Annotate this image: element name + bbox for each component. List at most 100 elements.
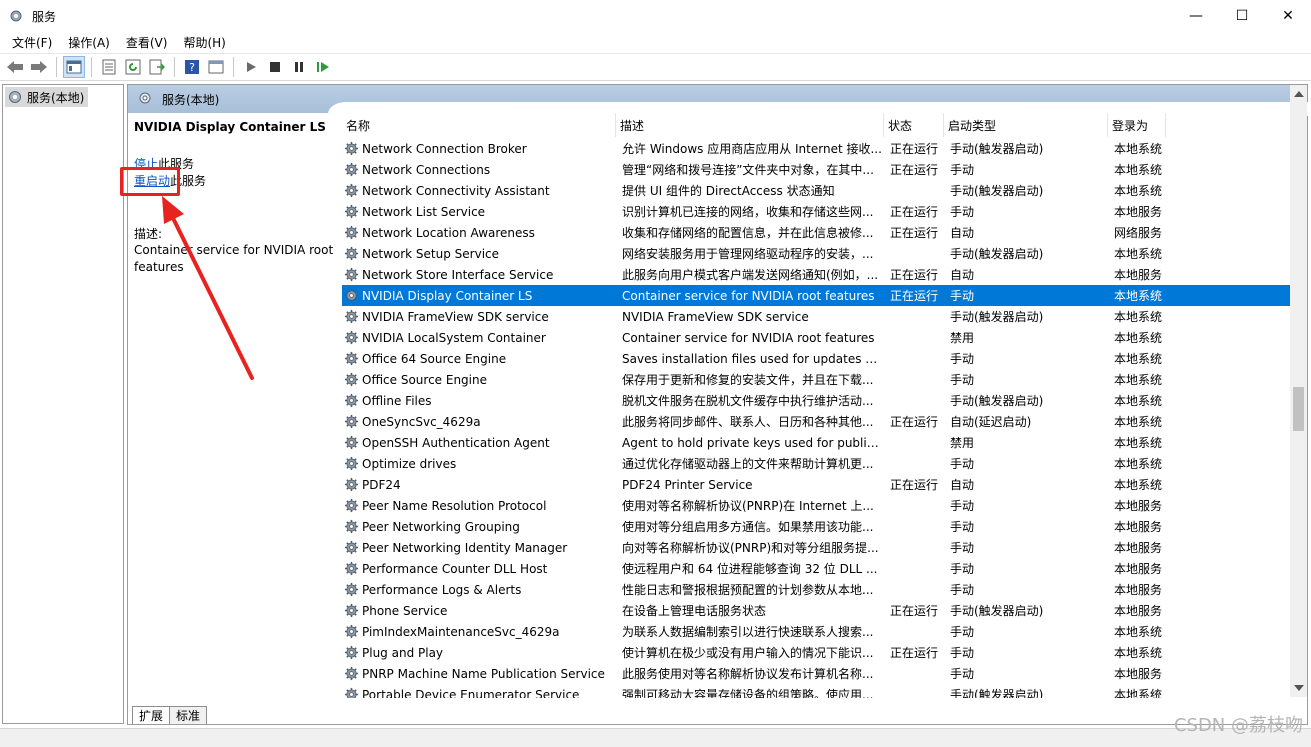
cell-logon-as: 本地系统 <box>1114 688 1163 698</box>
table-row[interactable]: Network Location Awareness 收集和存储网络的配置信息，并… <box>342 222 1292 243</box>
cell-description: Saves installation files used for update… <box>622 351 884 366</box>
table-row[interactable]: OpenSSH Authentication Agent Agent to hol… <box>342 432 1292 453</box>
show-hide-action-pane-icon[interactable] <box>205 56 227 78</box>
scrollbar-thumb[interactable] <box>1293 387 1304 431</box>
stop-service-icon[interactable] <box>264 56 286 78</box>
console-tree-icon[interactable] <box>63 56 85 78</box>
toolbar-separator <box>174 57 175 77</box>
cell-name: Office Source Engine <box>342 372 616 387</box>
cell-status: 正在运行 <box>890 205 939 219</box>
service-name: Phone Service <box>362 603 448 618</box>
table-row[interactable]: Portable Device Enumerator Service 强制可移动大… <box>342 684 1292 698</box>
help-icon[interactable]: ? <box>181 56 203 78</box>
tree-item-services-local[interactable]: 服务(本地) <box>5 87 89 107</box>
tab-standard[interactable]: 标准 <box>169 706 208 724</box>
svg-text:?: ? <box>189 61 195 74</box>
service-name: Office Source Engine <box>362 372 487 387</box>
cell-name: Offline Files <box>342 393 616 408</box>
table-row[interactable]: Phone Service 在设备上管理电话服务状态 正在运行 手动(触发器启动) 本地… <box>342 600 1292 621</box>
service-gear-icon <box>344 246 359 261</box>
tree-item-label: 服务(本地) <box>27 90 85 105</box>
menu-file[interactable]: 文件(F) <box>4 34 60 51</box>
cell-description: 允许 Windows 应用商店应用从 Internet 接收... <box>622 142 882 156</box>
restart-service-icon[interactable] <box>312 56 334 78</box>
table-row[interactable]: NVIDIA FrameView SDK service NVIDIA Frame… <box>342 306 1292 327</box>
table-row[interactable]: NVIDIA Display Container LS Container ser… <box>342 285 1292 306</box>
column-header-status[interactable]: 状态 <box>884 113 944 137</box>
table-row[interactable]: Optimize drives 通过优化存储驱动器上的文件来帮助计算机更... 手动… <box>342 453 1292 474</box>
table-row[interactable]: Office Source Engine 保存用于更新和修复的安装文件，并且在下载… <box>342 369 1292 390</box>
column-header-logon-as[interactable]: 登录为 <box>1108 113 1166 137</box>
cell-description: 使远程用户和 64 位进程能够查询 32 位 DLL ... <box>622 562 878 576</box>
pause-service-icon[interactable] <box>288 56 310 78</box>
cell-name: Plug and Play <box>342 645 616 660</box>
service-gear-icon <box>344 435 359 450</box>
table-row[interactable]: Network Store Interface Service 此服务向用户模式客… <box>342 264 1292 285</box>
column-header-description[interactable]: 描述 <box>616 113 884 137</box>
table-row[interactable]: OneSyncSvc_4629a 此服务将同步邮件、联系人、日历和各种其他... 正… <box>342 411 1292 432</box>
maximize-button[interactable]: ☐ <box>1219 0 1265 32</box>
table-row[interactable]: Peer Networking Grouping 使用对等分组启用多方通信。如果禁… <box>342 516 1292 537</box>
service-gear-icon <box>344 477 359 492</box>
cell-name: NVIDIA Display Container LS <box>342 288 616 303</box>
service-name: Network Setup Service <box>362 246 500 261</box>
back-arrow-icon[interactable] <box>4 56 26 78</box>
service-name: PDF24 <box>362 477 401 492</box>
cell-name: Performance Counter DLL Host <box>342 561 616 576</box>
service-gear-icon <box>344 162 359 177</box>
table-row[interactable]: Network Connections 管理“网络和拨号连接”文件夹中对象，在其中… <box>342 159 1292 180</box>
table-row[interactable]: Peer Name Resolution Protocol 使用对等名称解析协议(… <box>342 495 1292 516</box>
menu-help[interactable]: 帮助(H) <box>175 34 233 51</box>
table-row[interactable]: NVIDIA LocalSystem Container Container se… <box>342 327 1292 348</box>
selected-service-title: NVIDIA Display Container LS <box>134 120 326 134</box>
table-row[interactable]: PNRP Machine Name Publication Service 此服务… <box>342 663 1292 684</box>
cell-startup-type: 自动 <box>950 268 975 282</box>
service-gear-icon <box>344 498 359 513</box>
service-gear-icon <box>344 141 359 156</box>
cell-description: 识别计算机已连接的网络，收集和存储这些网... <box>622 205 874 219</box>
service-name: NVIDIA Display Container LS <box>362 288 533 303</box>
cell-status: 正在运行 <box>890 163 939 177</box>
table-row[interactable]: Office 64 Source Engine Saves installatio… <box>342 348 1292 369</box>
table-row[interactable]: Network Connectivity Assistant 提供 UI 组件的 … <box>342 180 1292 201</box>
forward-arrow-icon[interactable] <box>28 56 50 78</box>
tab-extended[interactable]: 扩展 <box>132 706 171 724</box>
cell-name: Optimize drives <box>342 456 616 471</box>
cell-description: 强制可移动大容量存储设备的组策略。使应用... <box>622 688 874 698</box>
table-row[interactable]: PimIndexMaintenanceSvc_4629a 为联系人数据编制索引以进… <box>342 621 1292 642</box>
menu-action[interactable]: 操作(A) <box>60 34 118 51</box>
minimize-button[interactable]: — <box>1173 0 1219 32</box>
service-name: Peer Networking Grouping <box>362 519 520 534</box>
cell-startup-type: 手动(触发器启动) <box>950 688 1044 698</box>
table-row[interactable]: Network Connection Broker 允许 Windows 应用商店… <box>342 138 1292 159</box>
scroll-down-icon[interactable] <box>1294 685 1304 691</box>
table-row[interactable]: Plug and Play 使计算机在极少或没有用户输入的情况下能识... 正在运行… <box>342 642 1292 663</box>
table-row[interactable]: Performance Logs & Alerts 性能日志和警报根据预配置的计划… <box>342 579 1292 600</box>
services-pane: 服务(本地) NVIDIA Display Container LS 停止此服务… <box>127 84 1311 725</box>
table-row[interactable]: Peer Networking Identity Manager 向对等名称解析协… <box>342 537 1292 558</box>
vertical-scrollbar[interactable] <box>1290 85 1307 697</box>
cell-description: 提供 UI 组件的 DirectAccess 状态通知 <box>622 184 835 198</box>
table-row[interactable]: Network List Service 识别计算机已连接的网络，收集和存储这些网… <box>342 201 1292 222</box>
close-button[interactable]: ✕ <box>1265 0 1311 32</box>
column-header-name[interactable]: 名称 ^ <box>342 113 616 137</box>
service-gear-icon <box>344 183 359 198</box>
table-row[interactable]: Offline Files 脱机文件服务在脱机文件缓存中执行维护活动... 手动(触… <box>342 390 1292 411</box>
service-gear-icon <box>344 309 359 324</box>
cell-name: OpenSSH Authentication Agent <box>342 435 616 450</box>
scroll-up-icon[interactable] <box>1294 91 1304 97</box>
watermark: CSDN @荔枝吻 <box>1173 715 1303 736</box>
column-header-startup-type[interactable]: 启动类型 <box>944 113 1108 137</box>
table-row[interactable]: Performance Counter DLL Host 使远程用户和 64 位进… <box>342 558 1292 579</box>
refresh-icon[interactable] <box>122 56 144 78</box>
cell-name: NVIDIA FrameView SDK service <box>342 309 616 324</box>
cell-description: 网络安装服务用于管理网络驱动程序的安装，... <box>622 247 874 261</box>
properties-icon[interactable] <box>98 56 120 78</box>
service-name: Portable Device Enumerator Service <box>362 687 580 699</box>
cell-startup-type: 手动 <box>950 583 975 597</box>
table-row[interactable]: PDF24 PDF24 Printer Service 正在运行 自动 本地系统 <box>342 474 1292 495</box>
start-service-icon[interactable] <box>240 56 262 78</box>
menu-view[interactable]: 查看(V) <box>118 34 176 51</box>
export-list-icon[interactable] <box>146 56 168 78</box>
table-row[interactable]: Network Setup Service 网络安装服务用于管理网络驱动程序的安装… <box>342 243 1292 264</box>
